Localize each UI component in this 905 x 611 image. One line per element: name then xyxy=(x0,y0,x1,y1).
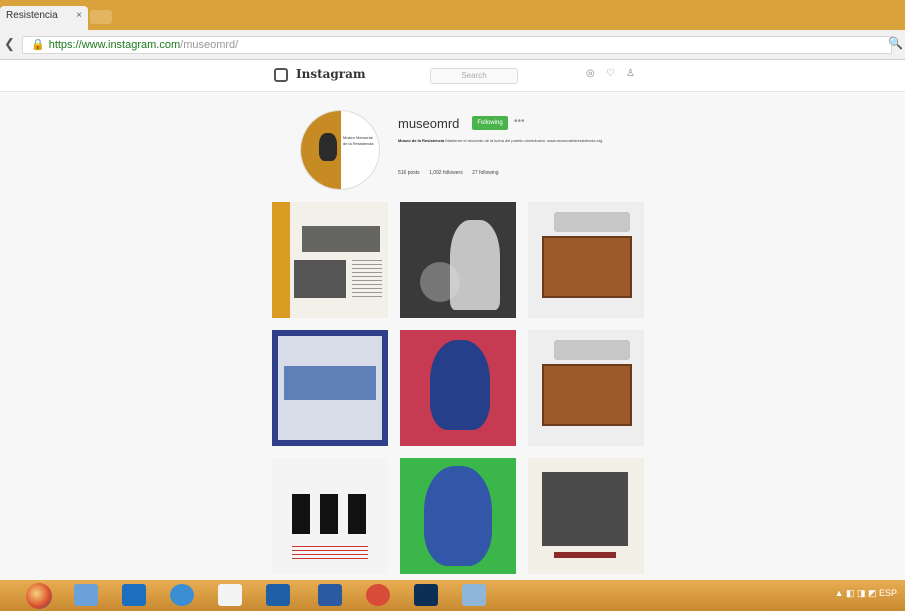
instagram-wordmark[interactable]: Instagram xyxy=(296,67,366,81)
post-grid xyxy=(272,202,644,580)
system-tray[interactable]: ▲ ◧ ◨ ◩ ESP xyxy=(835,588,897,599)
profile-username: museomrd xyxy=(398,116,460,131)
avatar-caption: Museo Memorial de la Resistencia xyxy=(343,135,374,146)
instagram-page: Instagram Search ◎ ♡ ♙ Museo Memorial de… xyxy=(0,60,905,580)
chrome-icon[interactable] xyxy=(366,584,390,606)
windows-taskbar: ▲ ◧ ◨ ◩ ESP xyxy=(0,580,905,611)
back-arrow-icon[interactable]: ❮ xyxy=(4,36,15,52)
tab-close-icon[interactable]: × xyxy=(76,10,82,21)
browser-toolbar: ❮ 🔒 https://www.instagram.com/museomrd/ 🔍 xyxy=(0,30,905,60)
chrome-icon[interactable] xyxy=(170,584,194,606)
search-input[interactable]: Search xyxy=(430,68,518,84)
bio-text: Mantener el recuerdo de la lucha del pue… xyxy=(445,138,603,143)
start-button-icon[interactable] xyxy=(26,583,52,609)
post-thumbnail[interactable] xyxy=(272,458,388,574)
profile-bio: Museo de la Resistencia Mantener el recu… xyxy=(398,138,638,143)
bio-name: Museo de la Resistencia xyxy=(398,138,445,143)
following-count[interactable]: 27 following xyxy=(472,170,498,176)
post-thumbnail[interactable] xyxy=(272,202,388,318)
post-thumbnail[interactable] xyxy=(528,330,644,446)
folder-icon[interactable] xyxy=(74,584,98,606)
url-host: https://www.instagram.com xyxy=(48,39,181,51)
heart-icon[interactable]: ♡ xyxy=(606,68,615,79)
browser-tab[interactable]: Resistencia × xyxy=(0,6,88,30)
instagram-header: Instagram Search ◎ ♡ ♙ xyxy=(0,60,905,92)
post-thumbnail[interactable] xyxy=(272,330,388,446)
home-icon[interactable] xyxy=(122,584,146,606)
photoshop-icon[interactable] xyxy=(414,584,438,606)
person-icon[interactable]: ♙ xyxy=(626,68,635,79)
word-icon[interactable] xyxy=(318,584,342,606)
url-path: /museomrd/ xyxy=(180,39,239,51)
instagram-camera-icon[interactable] xyxy=(274,68,288,82)
new-tab-button[interactable] xyxy=(90,10,112,24)
address-bar[interactable]: 🔒 https://www.instagram.com/museomrd/ xyxy=(22,36,892,54)
tab-title: Resistencia xyxy=(6,10,58,21)
compass-icon[interactable]: ◎ xyxy=(586,68,595,79)
file-icon[interactable] xyxy=(218,584,242,606)
avatar-silhouette xyxy=(319,133,337,161)
followers-count[interactable]: 1,092 followers xyxy=(429,170,463,176)
profile-avatar[interactable]: Museo Memorial de la Resistencia xyxy=(300,110,380,190)
browser-tab-strip: Resistencia × xyxy=(0,0,905,30)
media-icon[interactable] xyxy=(462,584,486,606)
post-thumbnail[interactable] xyxy=(400,202,516,318)
screen: Resistencia × ❮ 🔒 https://www.instagram.c… xyxy=(0,0,905,611)
lock-icon: 🔒 xyxy=(31,39,45,51)
profile-stats: 516 posts 1,092 followers 27 following xyxy=(398,170,507,176)
following-button[interactable]: Following xyxy=(472,116,508,130)
post-thumbnail[interactable] xyxy=(400,458,516,574)
zoom-icon[interactable]: 🔍 xyxy=(888,36,903,50)
post-thumbnail[interactable] xyxy=(528,202,644,318)
post-thumbnail[interactable] xyxy=(528,458,644,574)
outlook-icon[interactable] xyxy=(266,584,290,606)
more-options-icon[interactable]: ••• xyxy=(514,116,525,127)
posts-count: 516 posts xyxy=(398,170,420,176)
post-thumbnail[interactable] xyxy=(400,330,516,446)
